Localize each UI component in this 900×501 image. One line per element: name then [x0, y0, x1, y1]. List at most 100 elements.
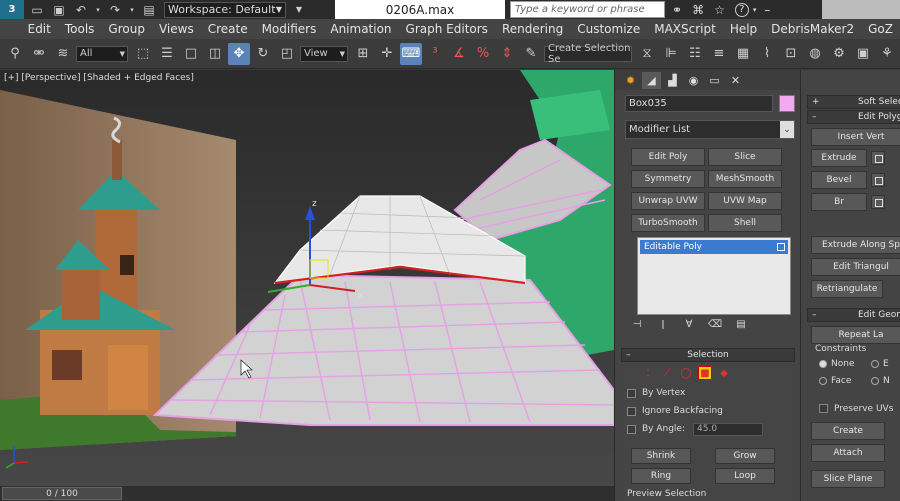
stack-item-toggle-icon[interactable]: [777, 243, 785, 251]
render-setup-icon[interactable]: ⚙: [828, 43, 850, 65]
edit-poly-button[interactable]: Edit Poly: [631, 148, 705, 166]
constraint-none-option[interactable]: None: [819, 359, 854, 369]
edit-polygons-header[interactable]: – Edit Polyg: [807, 110, 900, 124]
viewport-label[interactable]: [+] [Perspective] [Shaded + Edged Faces]: [4, 73, 194, 83]
extrude-button[interactable]: Extrude: [811, 149, 867, 167]
extrude-settings-icon[interactable]: [871, 151, 885, 165]
rectangle-selection-icon[interactable]: □: [180, 43, 202, 65]
spinner-snap-icon[interactable]: ⇕: [496, 43, 518, 65]
pin-stack-icon[interactable]: ⊣: [627, 317, 647, 331]
vertex-mode-icon[interactable]: ⁚: [641, 366, 655, 380]
selection-filter-select[interactable]: All ▼: [76, 45, 128, 62]
select-move-icon[interactable]: ✥: [228, 42, 250, 65]
slice-plane-button[interactable]: Slice Plane: [811, 470, 885, 488]
motion-tab-icon[interactable]: ◉: [684, 72, 703, 89]
insert-vertex-button[interactable]: Insert Vert: [811, 128, 900, 146]
project-folder-icon[interactable]: ▤: [140, 2, 158, 18]
keyboard-shortcut-override-icon[interactable]: ⌨: [400, 42, 422, 65]
constraint-face-option[interactable]: Face: [819, 376, 851, 386]
percent-snap-icon[interactable]: %: [472, 43, 494, 65]
modifier-list-select[interactable]: Modifier List ⌄: [625, 120, 795, 139]
radio-edge[interactable]: [871, 359, 879, 368]
help-dropdown-icon[interactable]: ▾: [753, 6, 757, 14]
align-icon[interactable]: ⊫: [660, 43, 682, 65]
menu-edit[interactable]: Edit: [21, 22, 58, 36]
curve-editor-icon[interactable]: ⌇: [756, 43, 778, 65]
edit-triangulation-button[interactable]: Edit Triangul: [811, 258, 900, 276]
show-end-result-icon[interactable]: ǀ: [653, 317, 673, 331]
menu-goz[interactable]: GoZ: [861, 22, 900, 36]
ignore-backfacing-row[interactable]: Ignore Backfacing: [621, 402, 795, 420]
create-tab-icon[interactable]: ✹: [621, 72, 640, 89]
by-vertex-row[interactable]: By Vertex: [621, 384, 795, 402]
redo-icon[interactable]: ↷: [106, 2, 124, 18]
angle-snap-icon[interactable]: ∡: [448, 43, 470, 65]
by-vertex-checkbox[interactable]: [627, 388, 636, 398]
ribbon-toggle-icon[interactable]: ▦: [732, 43, 754, 65]
radio-none[interactable]: [819, 359, 827, 368]
workspace-select[interactable]: Workspace: Default ▼: [164, 1, 286, 18]
menu-modifiers[interactable]: Modifiers: [255, 22, 324, 36]
ring-button[interactable]: Ring: [631, 468, 691, 484]
save-icon[interactable]: ▣: [50, 2, 68, 18]
object-color-swatch[interactable]: [779, 95, 795, 112]
named-selection-set-select[interactable]: Create Selection Se: [544, 43, 632, 65]
uvw-map-button[interactable]: UVW Map: [708, 192, 782, 210]
bevel-button[interactable]: Bevel: [811, 171, 867, 189]
bridge-button[interactable]: Br: [811, 193, 867, 211]
layer-explorer-icon[interactable]: ≡: [708, 43, 730, 65]
edit-geometry-header[interactable]: – Edit Geom: [807, 308, 900, 322]
remove-modifier-icon[interactable]: ⌫: [705, 317, 725, 331]
stack-item-editable-poly[interactable]: Editable Poly: [640, 240, 788, 254]
utilities-tab-icon[interactable]: ✕: [726, 72, 745, 89]
angle-spinner[interactable]: 45.0: [693, 422, 764, 436]
menu-create[interactable]: Create: [201, 22, 255, 36]
perspective-viewport[interactable]: [+] [Perspective] [Shaded + Edged Faces]: [0, 70, 614, 486]
border-mode-icon[interactable]: ◯: [679, 366, 693, 380]
render-production-icon[interactable]: ⚘: [876, 43, 898, 65]
material-editor-icon[interactable]: ◍: [804, 43, 826, 65]
select-manipulate-icon[interactable]: ✛: [376, 43, 398, 65]
pivot-center-icon[interactable]: ⊞: [352, 43, 374, 65]
constraint-edge-option[interactable]: E: [871, 359, 889, 369]
configure-sets-icon[interactable]: ▤: [731, 317, 751, 331]
element-mode-icon[interactable]: ◆: [717, 366, 731, 380]
star-icon[interactable]: ☆: [714, 3, 725, 17]
attach-button[interactable]: Attach: [811, 444, 885, 462]
time-slider[interactable]: 0 / 100: [2, 487, 122, 500]
bridge-settings-icon[interactable]: [871, 195, 885, 209]
menu-rendering[interactable]: Rendering: [495, 22, 570, 36]
by-angle-checkbox[interactable]: [627, 424, 636, 434]
constraint-normal-option[interactable]: N: [871, 376, 890, 386]
redo-dropdown-icon[interactable]: ▾: [128, 2, 136, 18]
menu-tools[interactable]: Tools: [58, 22, 102, 36]
snaps-toggle-icon[interactable]: ³: [424, 43, 446, 65]
menu-animation[interactable]: Animation: [323, 22, 398, 36]
workspace-menu-icon[interactable]: ▼: [290, 2, 308, 18]
bevel-settings-icon[interactable]: [871, 173, 885, 187]
window-crossing-icon[interactable]: ◫: [204, 43, 226, 65]
select-rotate-icon[interactable]: ↻: [252, 43, 274, 65]
search-input[interactable]: Type a keyword or phrase: [510, 1, 665, 18]
object-name-field[interactable]: Box035: [625, 95, 773, 112]
edit-named-selection-icon[interactable]: ✎: [520, 43, 542, 65]
shrink-button[interactable]: Shrink: [631, 448, 691, 464]
make-unique-icon[interactable]: ∀: [679, 317, 699, 331]
menu-group[interactable]: Group: [101, 22, 152, 36]
open-folder-icon[interactable]: ▭: [28, 2, 46, 18]
menu-maxscript[interactable]: MAXScript: [647, 22, 723, 36]
minimize-icon[interactable]: –: [764, 3, 770, 17]
help-icon[interactable]: ?: [734, 2, 749, 17]
turbosmooth-button[interactable]: TurboSmooth: [631, 214, 705, 232]
polygon-mode-icon[interactable]: ■: [698, 366, 712, 380]
ignore-backfacing-checkbox[interactable]: [627, 406, 636, 416]
reference-coordinate-select[interactable]: View ▼: [300, 45, 348, 62]
selection-rollout-header[interactable]: – Selection: [621, 348, 795, 362]
render-frame-icon[interactable]: ▣: [852, 43, 874, 65]
display-tab-icon[interactable]: ▭: [705, 72, 724, 89]
mirror-icon[interactable]: ⧖: [636, 43, 658, 65]
undo-icon[interactable]: ↶: [72, 2, 90, 18]
radio-normal[interactable]: [871, 376, 879, 385]
hierarchy-tab-icon[interactable]: ▟: [663, 72, 682, 89]
schematic-view-icon[interactable]: ⊡: [780, 43, 802, 65]
